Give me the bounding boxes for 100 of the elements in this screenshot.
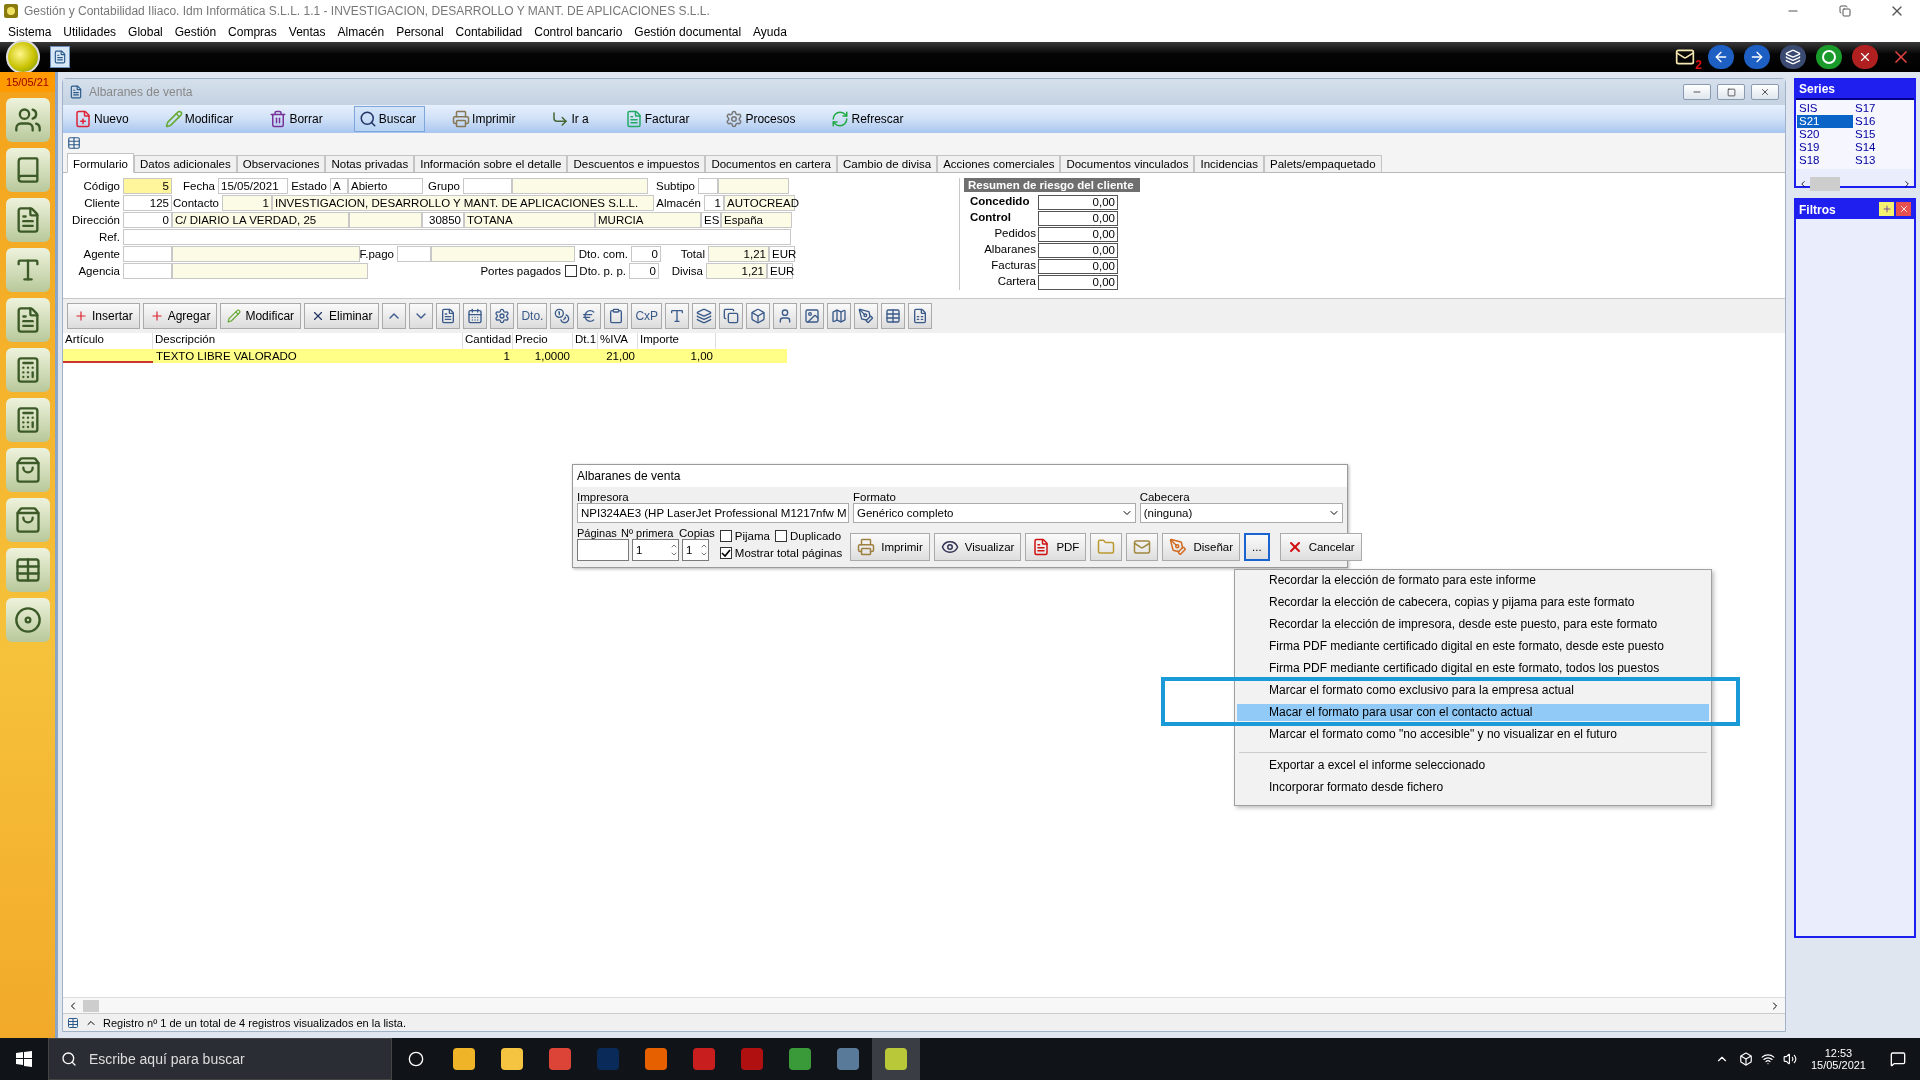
input-field[interactable] bbox=[123, 229, 791, 245]
module-button[interactable] bbox=[5, 598, 50, 642]
series-item[interactable]: SIS bbox=[1797, 102, 1853, 115]
spin-field[interactable]: 1 bbox=[682, 539, 709, 561]
input-field[interactable]: ES bbox=[701, 212, 721, 228]
speaker-icon[interactable] bbox=[1782, 1052, 1797, 1066]
taskbar-app[interactable] bbox=[872, 1038, 920, 1080]
menu-item[interactable]: Recordar la elección de cabecera, copias y pijama para este formato bbox=[1237, 594, 1709, 611]
menu-item[interactable]: Global bbox=[122, 25, 169, 39]
toolbar-button[interactable] bbox=[719, 303, 744, 329]
maximize-button[interactable] bbox=[1717, 84, 1745, 100]
input-field[interactable]: 1,21 bbox=[706, 263, 767, 279]
input-field[interactable]: 0 bbox=[123, 212, 172, 228]
menu-item[interactable]: Gestión bbox=[168, 25, 223, 39]
checkbox[interactable]: Pijama bbox=[718, 528, 770, 544]
menu-item[interactable]: Contabilidad bbox=[449, 25, 529, 39]
tile-button[interactable] bbox=[1780, 45, 1806, 69]
toolbar-button[interactable]: Agregar bbox=[142, 303, 218, 329]
tab[interactable]: Incidencias bbox=[1194, 155, 1265, 172]
network-icon[interactable] bbox=[1760, 1052, 1775, 1066]
scroll-thumb[interactable] bbox=[1810, 177, 1840, 191]
toolbar-button[interactable] bbox=[665, 303, 690, 329]
menu-item[interactable]: Almacén bbox=[331, 25, 391, 39]
toolbar-button[interactable] bbox=[881, 303, 906, 329]
scroll-left-icon[interactable] bbox=[1798, 179, 1808, 189]
menu-item[interactable]: Control bancario bbox=[528, 25, 629, 39]
menu-item[interactable]: Exportar a excel el informe seleccionado bbox=[1237, 757, 1709, 774]
input-field[interactable] bbox=[172, 263, 368, 279]
toolbar-button[interactable]: Nuevo bbox=[69, 106, 138, 132]
back-button[interactable] bbox=[1708, 45, 1734, 69]
series-item[interactable]: S16 bbox=[1853, 115, 1909, 128]
tab[interactable]: Información sobre el detalle bbox=[414, 155, 568, 172]
tab[interactable]: Cambio de divisa bbox=[836, 155, 938, 172]
select-field[interactable]: NPI324AE3 (HP LaserJet Professional M1217nfw M bbox=[577, 503, 849, 523]
toolbar-button[interactable]: Modificar bbox=[159, 106, 243, 132]
input-field[interactable]: EUR bbox=[769, 246, 795, 262]
series-item[interactable]: S17 bbox=[1853, 102, 1909, 115]
module-button[interactable] bbox=[5, 298, 50, 342]
series-item[interactable]: S20 bbox=[1797, 128, 1853, 141]
table-icon[interactable] bbox=[67, 1016, 79, 1029]
checkbox[interactable] bbox=[565, 265, 577, 277]
input-field[interactable]: 1 bbox=[222, 195, 272, 211]
input-field[interactable]: Abierto bbox=[348, 178, 423, 194]
select-field[interactable]: (ninguna) bbox=[1139, 503, 1343, 523]
toolbar-button[interactable] bbox=[463, 303, 488, 329]
close-button[interactable] bbox=[1852, 45, 1878, 69]
module-button[interactable] bbox=[5, 498, 50, 542]
input-field[interactable]: 30850 bbox=[422, 212, 464, 228]
input-field[interactable] bbox=[123, 263, 172, 279]
forward-button[interactable] bbox=[1744, 45, 1770, 69]
menu-item[interactable]: Ventas bbox=[282, 25, 332, 39]
box-icon[interactable] bbox=[1738, 1052, 1753, 1066]
menu-item[interactable]: Marcar el formato como "no accesible" y no visualizar en el futuro bbox=[1237, 726, 1709, 743]
input-field[interactable]: 0 bbox=[631, 246, 661, 262]
series-item[interactable]: S15 bbox=[1853, 128, 1909, 141]
input-field[interactable] bbox=[698, 178, 718, 194]
series-item[interactable]: S19 bbox=[1797, 141, 1853, 154]
input-field[interactable]: 125 bbox=[123, 195, 172, 211]
spin-field[interactable]: 1 bbox=[632, 539, 679, 561]
menu-item[interactable]: Gestión documental bbox=[628, 25, 748, 39]
menu-item[interactable]: Macar el formato para usar con el contacto actual bbox=[1237, 704, 1709, 721]
module-button[interactable] bbox=[5, 98, 50, 142]
input-field[interactable]: INVESTIGACION, DESARROLLO Y MANT. DE APLICACIONES S.L.L. bbox=[272, 195, 654, 211]
input-field[interactable]: 5 bbox=[123, 178, 172, 194]
tab[interactable]: Descuentos e impuestos bbox=[567, 155, 706, 172]
help-button[interactable] bbox=[1816, 45, 1842, 69]
minimize-button[interactable] bbox=[1683, 84, 1711, 100]
input-field[interactable]: EUR bbox=[767, 263, 793, 279]
scroll-right-icon[interactable] bbox=[1902, 179, 1912, 189]
menu-item[interactable]: Sistema bbox=[2, 25, 58, 39]
series-item[interactable]: S14 bbox=[1853, 141, 1909, 154]
tab[interactable]: Palets/empaquetado bbox=[1264, 155, 1382, 172]
input-field[interactable] bbox=[397, 246, 431, 262]
module-button[interactable] bbox=[5, 248, 50, 292]
series-item[interactable]: S18 bbox=[1797, 154, 1853, 167]
input-field[interactable]: MURCIA bbox=[595, 212, 701, 228]
toolbar-button[interactable]: Insertar bbox=[67, 303, 140, 329]
table-icon[interactable] bbox=[67, 136, 81, 150]
module-button[interactable] bbox=[5, 398, 50, 442]
toolbar-button[interactable]: Modificar bbox=[220, 303, 302, 329]
dialog-button[interactable]: Diseñar bbox=[1162, 533, 1241, 561]
input-field[interactable] bbox=[577, 539, 629, 561]
input-field[interactable] bbox=[512, 178, 648, 194]
toolbar-button[interactable] bbox=[854, 303, 879, 329]
input-field[interactable]: 1,21 bbox=[708, 246, 769, 262]
search-box[interactable]: Escribe aquí para buscar bbox=[48, 1038, 392, 1080]
toolbar-button[interactable]: Ir a bbox=[546, 106, 598, 132]
tab[interactable]: Datos adicionales bbox=[133, 155, 237, 172]
input-field[interactable]: España bbox=[721, 212, 792, 228]
series-item[interactable]: S13 bbox=[1853, 154, 1909, 167]
table-row[interactable]: TEXTO LIBRE VALORADO 1 1,0000 21,00 1,00 bbox=[63, 349, 787, 363]
series-item[interactable]: S21 bbox=[1797, 115, 1853, 128]
module-button[interactable] bbox=[5, 448, 50, 492]
tab[interactable]: Formulario bbox=[67, 153, 134, 173]
toolbar-button[interactable] bbox=[550, 303, 575, 329]
dialog-button[interactable]: PDF bbox=[1025, 533, 1087, 561]
input-field[interactable] bbox=[463, 178, 512, 194]
toolbar-button[interactable]: Imprimir bbox=[447, 106, 525, 132]
module-button[interactable] bbox=[5, 148, 50, 192]
search-field[interactable]: Escribe aquí para buscar bbox=[87, 1050, 391, 1068]
